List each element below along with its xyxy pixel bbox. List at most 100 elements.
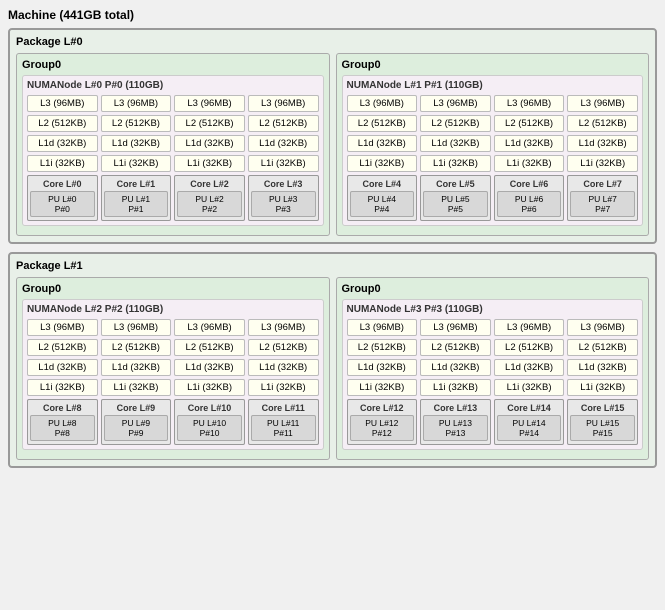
core-box-1-0-0: Core L#8 PU L#8 P#8 — [27, 399, 98, 445]
cache-cell-0-1-1-2: L2 (512KB) — [494, 115, 565, 132]
numa-title-1-0: NUMANode L#2 P#2 (110GB) — [27, 304, 319, 315]
package-title-1: Package L#1 — [16, 260, 649, 272]
pu-box-1-0-0: PU L#8 P#8 — [30, 415, 95, 441]
cache-cell-1-1-2-0: L1d (32KB) — [347, 359, 418, 376]
core-box-1-1-1: Core L#13PU L#13 P#13 — [420, 399, 491, 445]
cache-row-0-1-3: L1i (32KB)L1i (32KB)L1i (32KB)L1i (32KB) — [347, 155, 639, 172]
core-box-0-1-1: Core L#5PU L#5 P#5 — [420, 175, 491, 221]
cache-cell-1-0-1-3: L2 (512KB) — [248, 339, 319, 356]
core-label-1-0-0: Core L#8 — [30, 403, 95, 413]
group-title-1-0: Group0 — [22, 283, 324, 295]
cache-cell-0-1-3-2: L1i (32KB) — [494, 155, 565, 172]
cache-cell-1-1-1-2: L2 (512KB) — [494, 339, 565, 356]
group-0-0: Group0NUMANode L#0 P#0 (110GB)L3 (96MB)L… — [16, 53, 330, 236]
cores-row-1-0: Core L#8PU L#8 P#8Core L#9PU L#9 P#9Core… — [27, 399, 319, 445]
cache-cell-0-0-2-3: L1d (32KB) — [248, 135, 319, 152]
cache-cell-1-1-0-0: L3 (96MB) — [347, 319, 418, 336]
cache-cell-1-1-0-3: L3 (96MB) — [567, 319, 638, 336]
cache-cell-0-0-2-0: L1d (32KB) — [27, 135, 98, 152]
cache-cell-1-1-0-2: L3 (96MB) — [494, 319, 565, 336]
cache-row-1-1-1: L2 (512KB)L2 (512KB)L2 (512KB)L2 (512KB) — [347, 339, 639, 356]
numa-node-1-1: NUMANode L#3 P#3 (110GB)L3 (96MB)L3 (96M… — [342, 299, 644, 450]
cache-cell-1-1-3-0: L1i (32KB) — [347, 379, 418, 396]
cache-cell-0-1-1-3: L2 (512KB) — [567, 115, 638, 132]
numa-title-0-1: NUMANode L#1 P#1 (110GB) — [347, 80, 639, 91]
cache-cell-1-0-3-2: L1i (32KB) — [174, 379, 245, 396]
cache-cell-1-1-1-1: L2 (512KB) — [420, 339, 491, 356]
core-label-0-0-0: Core L#0 — [30, 179, 95, 189]
cache-cell-1-1-3-2: L1i (32KB) — [494, 379, 565, 396]
cache-cell-1-0-0-2: L3 (96MB) — [174, 319, 245, 336]
cache-row-1-0-2: L1d (32KB)L1d (32KB)L1d (32KB)L1d (32KB) — [27, 359, 319, 376]
cache-cell-1-1-2-3: L1d (32KB) — [567, 359, 638, 376]
cache-cell-1-1-1-3: L2 (512KB) — [567, 339, 638, 356]
numa-node-1-0: NUMANode L#2 P#2 (110GB)L3 (96MB)L3 (96M… — [22, 299, 324, 450]
cache-cell-0-0-3-1: L1i (32KB) — [101, 155, 172, 172]
core-label-0-0-1: Core L#1 — [104, 179, 169, 189]
cache-cell-0-1-2-3: L1d (32KB) — [567, 135, 638, 152]
core-box-0-1-3: Core L#7PU L#7 P#7 — [567, 175, 638, 221]
pu-box-1-0-3: PU L#11 P#11 — [251, 415, 316, 441]
cache-cell-0-0-1-2: L2 (512KB) — [174, 115, 245, 132]
cache-cell-0-1-1-0: L2 (512KB) — [347, 115, 418, 132]
cache-cell-0-0-0-0: L3 (96MB) — [27, 95, 98, 112]
core-label-0-0-2: Core L#2 — [177, 179, 242, 189]
cores-row-0-1: Core L#4PU L#4 P#4Core L#5PU L#5 P#5 Core… — [347, 175, 639, 221]
cache-cell-1-1-2-1: L1d (32KB) — [420, 359, 491, 376]
pu-box-1-1-2: PU L#14 P#14 — [497, 415, 562, 441]
cache-cell-1-1-3-1: L1i (32KB) — [420, 379, 491, 396]
cache-cell-0-1-0-1: L3 (96MB) — [420, 95, 491, 112]
cache-cell-1-0-3-0: L1i (32KB) — [27, 379, 98, 396]
cache-cell-1-0-0-3: L3 (96MB) — [248, 319, 319, 336]
numa-title-0-0: NUMANode L#0 P#0 (110GB) — [27, 80, 319, 91]
core-box-1-0-2: Core L#10PU L#10 P#10 — [174, 399, 245, 445]
core-label-1-1-0: Core L#12 — [350, 403, 415, 413]
numa-node-0-1: NUMANode L#1 P#1 (110GB) L3 (96MB)L3 (96M… — [342, 75, 644, 226]
cache-cell-0-1-3-1: L1i (32KB) — [420, 155, 491, 172]
pu-box-0-1-0: PU L#4 P#4 — [350, 191, 415, 217]
cache-cell-1-0-3-1: L1i (32KB) — [101, 379, 172, 396]
group-title-1-1: Group0 — [342, 283, 644, 295]
package-inner-1: Group0NUMANode L#2 P#2 (110GB)L3 (96MB)L… — [16, 277, 649, 460]
pu-box-0-0-3: PU L#3 P#3 — [251, 191, 316, 217]
cache-cell-0-0-0-2: L3 (96MB) — [174, 95, 245, 112]
cache-row-0-0-0: L3 (96MB)L3 (96MB)L3 (96MB)L3 (96MB) — [27, 95, 319, 112]
cache-cell-1-1-1-0: L2 (512KB) — [347, 339, 418, 356]
cache-cell-0-0-1-0: L2 (512KB) — [27, 115, 98, 132]
core-box-0-0-1: Core L#1 PU L#1 P#1 — [101, 175, 172, 221]
core-label-1-1-1: Core L#13 — [423, 403, 488, 413]
package-1: Package L#1 Group0 NUMANode L#2 P#2 (110GB… — [8, 252, 657, 468]
group-title-0-1: Group0 — [342, 59, 644, 71]
cache-cell-1-0-0-1: L3 (96MB) — [101, 319, 172, 336]
group-title-0-0: Group0 — [22, 59, 324, 71]
core-label-1-0-3: Core L#11 — [251, 403, 316, 413]
package-0: Package L#0 Group0 NUMANode L#0 P#0 (110GB… — [8, 28, 657, 244]
pu-box-0-0-1: PU L#1 P#1 — [104, 191, 169, 217]
core-label-1-0-1: Core L#9 — [104, 403, 169, 413]
pu-box-1-1-0: PU L#12 P#12 — [350, 415, 415, 441]
core-box-0-1-0: Core L#4PU L#4 P#4 — [347, 175, 418, 221]
cache-cell-0-1-0-2: L3 (96MB) — [494, 95, 565, 112]
cache-row-1-1-2: L1d (32KB)L1d (32KB)L1d (32KB)L1d (32KB) — [347, 359, 639, 376]
cache-cell-1-1-3-3: L1i (32KB) — [567, 379, 638, 396]
cache-cell-0-0-2-1: L1d (32KB) — [101, 135, 172, 152]
machine-container: Machine (441GB total) Package L#0Group0N… — [8, 8, 657, 468]
core-box-1-0-3: Core L#11 PU L#11 P#11 — [248, 399, 319, 445]
cache-cell-1-0-0-0: L3 (96MB) — [27, 319, 98, 336]
cache-row-1-0-1: L2 (512KB)L2 (512KB)L2 (512KB)L2 (512KB) — [27, 339, 319, 356]
cache-row-1-0-0: L3 (96MB)L3 (96MB)L3 (96MB)L3 (96MB) — [27, 319, 319, 336]
core-label-0-1-2: Core L#6 — [497, 179, 562, 189]
package-title-0: Package L#0 — [16, 36, 649, 48]
cache-cell-0-0-3-2: L1i (32KB) — [174, 155, 245, 172]
cache-cell-0-0-1-1: L2 (512KB) — [101, 115, 172, 132]
cache-cell-0-1-1-1: L2 (512KB) — [420, 115, 491, 132]
cache-row-0-0-3: L1i (32KB)L1i (32KB)L1i (32KB)L1i (32KB) — [27, 155, 319, 172]
group-1-1: Group0NUMANode L#3 P#3 (110GB)L3 (96MB)L… — [336, 277, 650, 460]
core-box-0-0-3: Core L#3PU L#3 P#3 — [248, 175, 319, 221]
package-inner-0: Group0NUMANode L#0 P#0 (110GB)L3 (96MB)L… — [16, 53, 649, 236]
cache-cell-0-0-2-2: L1d (32KB) — [174, 135, 245, 152]
group-0-1: Group0NUMANode L#1 P#1 (110GB)L3 (96MB)L… — [336, 53, 650, 236]
numa-title-1-1: NUMANode L#3 P#3 (110GB) — [347, 304, 639, 315]
cache-cell-1-0-1-2: L2 (512KB) — [174, 339, 245, 356]
cache-cell-0-0-1-3: L2 (512KB) — [248, 115, 319, 132]
